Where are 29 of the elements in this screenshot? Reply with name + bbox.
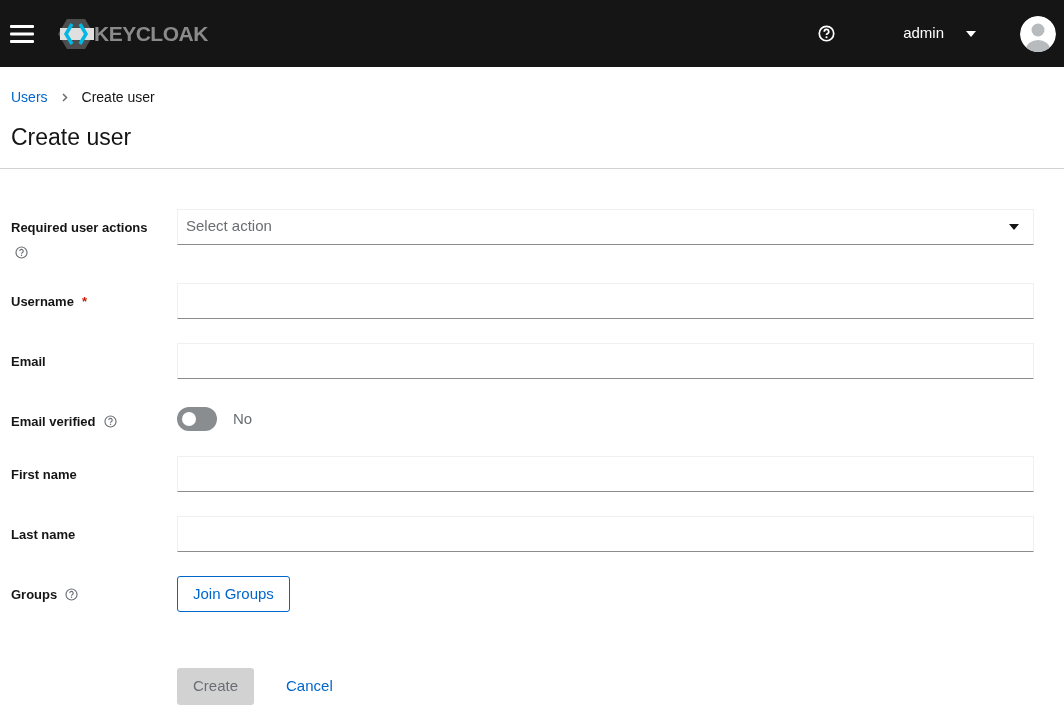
breadcrumb-current: Create user: [81, 88, 155, 107]
caret-icon: [966, 30, 976, 37]
field-label: Username: [11, 294, 74, 310]
field-label: First name: [11, 466, 77, 482]
input-field[interactable]: [177, 455, 1034, 492]
input-field[interactable]: [177, 515, 1034, 552]
action-select[interactable]: Select action: [177, 208, 1034, 245]
cancel-button[interactable]: Cancel: [270, 668, 349, 705]
switch-label: No: [233, 408, 253, 429]
input-field[interactable]: [177, 283, 1034, 320]
chevron-right-icon: [61, 93, 68, 102]
select-placeholder: Select action: [186, 216, 272, 237]
required-mark: *: [81, 294, 87, 310]
field-label: Email: [11, 354, 46, 370]
join-groups-button[interactable]: Join Groups: [177, 575, 290, 613]
field-label: Required user actions: [11, 219, 148, 235]
field-label: Last name: [11, 526, 76, 542]
logo-text: KEYCLOAK: [94, 20, 208, 47]
logo-icon: [58, 17, 94, 50]
input-field[interactable]: [177, 343, 1034, 380]
toggle-switch[interactable]: [177, 407, 217, 432]
caret-icon: [1009, 223, 1019, 230]
user-menu[interactable]: admin: [897, 21, 982, 46]
menu-icon[interactable]: [10, 23, 34, 44]
breadcrumb-link[interactable]: Users: [11, 87, 48, 108]
page-title: Create user: [10, 123, 133, 152]
field-label: Email verified: [11, 414, 96, 430]
avatar-icon[interactable]: [1020, 15, 1056, 52]
field-label: Groups: [11, 586, 58, 602]
